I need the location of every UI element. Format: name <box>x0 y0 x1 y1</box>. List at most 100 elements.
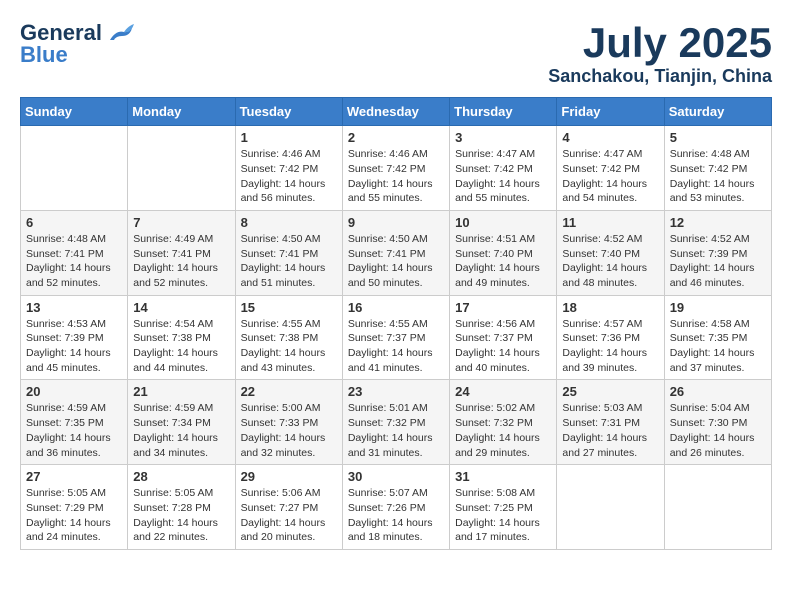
table-row: 24 Sunrise: 5:02 AM Sunset: 7:32 PM Dayli… <box>450 380 557 465</box>
table-row: 21 Sunrise: 4:59 AM Sunset: 7:34 PM Dayli… <box>128 380 235 465</box>
table-row: 9 Sunrise: 4:50 AM Sunset: 7:41 PM Daylig… <box>342 210 449 295</box>
day-info: Sunrise: 4:51 AM Sunset: 7:40 PM Dayligh… <box>455 232 551 291</box>
logo-blue: Blue <box>20 42 68 68</box>
day-info: Sunrise: 4:53 AM Sunset: 7:39 PM Dayligh… <box>26 317 122 376</box>
table-row: 25 Sunrise: 5:03 AM Sunset: 7:31 PM Dayli… <box>557 380 664 465</box>
calendar-header-row: Sunday Monday Tuesday Wednesday Thursday… <box>21 98 772 126</box>
day-info: Sunrise: 4:46 AM Sunset: 7:42 PM Dayligh… <box>348 147 444 206</box>
table-row <box>664 465 771 550</box>
day-number: 12 <box>670 215 766 230</box>
table-row: 3Sunrise: 4:47 AM Sunset: 7:42 PM Daylig… <box>450 126 557 211</box>
table-row: 8 Sunrise: 4:50 AM Sunset: 7:41 PM Daylig… <box>235 210 342 295</box>
table-row: 29Sunrise: 5:06 AM Sunset: 7:27 PM Dayli… <box>235 465 342 550</box>
calendar-week-row: 20Sunrise: 4:59 AM Sunset: 7:35 PM Dayli… <box>21 380 772 465</box>
table-row: 18Sunrise: 4:57 AM Sunset: 7:36 PM Dayli… <box>557 295 664 380</box>
day-number: 13 <box>26 300 122 315</box>
day-number: 6 <box>26 215 122 230</box>
day-number: 16 <box>348 300 444 315</box>
day-info: Sunrise: 5:05 AM Sunset: 7:28 PM Dayligh… <box>133 486 229 545</box>
day-info: Sunrise: 4:48 AM Sunset: 7:42 PM Dayligh… <box>670 147 766 206</box>
day-info: Sunrise: 5:07 AM Sunset: 7:26 PM Dayligh… <box>348 486 444 545</box>
table-row: 26 Sunrise: 5:04 AM Sunset: 7:30 PM Dayli… <box>664 380 771 465</box>
calendar-week-row: 1 Sunrise: 4:46 AM Sunset: 7:42 PM Daylig… <box>21 126 772 211</box>
table-row: 5 Sunrise: 4:48 AM Sunset: 7:42 PM Daylig… <box>664 126 771 211</box>
month-title: July 2025 <box>548 20 772 66</box>
table-row: 12 Sunrise: 4:52 AM Sunset: 7:39 PM Dayli… <box>664 210 771 295</box>
header-thursday: Thursday <box>450 98 557 126</box>
day-info: Sunrise: 4:52 AM Sunset: 7:40 PM Dayligh… <box>562 232 658 291</box>
day-info: Sunrise: 4:47 AM Sunset: 7:42 PM Dayligh… <box>562 147 658 206</box>
day-info: Sunrise: 4:56 AM Sunset: 7:37 PM Dayligh… <box>455 317 551 376</box>
calendar-week-row: 6 Sunrise: 4:48 AM Sunset: 7:41 PM Daylig… <box>21 210 772 295</box>
day-number: 11 <box>562 215 658 230</box>
day-info: Sunrise: 4:55 AM Sunset: 7:37 PM Dayligh… <box>348 317 444 376</box>
day-info: Sunrise: 4:50 AM Sunset: 7:41 PM Dayligh… <box>241 232 337 291</box>
table-row: 7Sunrise: 4:49 AM Sunset: 7:41 PM Daylig… <box>128 210 235 295</box>
day-number: 10 <box>455 215 551 230</box>
calendar-table: Sunday Monday Tuesday Wednesday Thursday… <box>20 97 772 550</box>
day-number: 17 <box>455 300 551 315</box>
table-row: 4Sunrise: 4:47 AM Sunset: 7:42 PM Daylig… <box>557 126 664 211</box>
table-row: 11 Sunrise: 4:52 AM Sunset: 7:40 PM Dayli… <box>557 210 664 295</box>
location-title: Sanchakou, Tianjin, China <box>548 66 772 87</box>
day-info: Sunrise: 4:52 AM Sunset: 7:39 PM Dayligh… <box>670 232 766 291</box>
table-row <box>557 465 664 550</box>
day-info: Sunrise: 5:03 AM Sunset: 7:31 PM Dayligh… <box>562 401 658 460</box>
table-row: 20Sunrise: 4:59 AM Sunset: 7:35 PM Dayli… <box>21 380 128 465</box>
table-row: 6 Sunrise: 4:48 AM Sunset: 7:41 PM Daylig… <box>21 210 128 295</box>
day-number: 18 <box>562 300 658 315</box>
day-info: Sunrise: 5:05 AM Sunset: 7:29 PM Dayligh… <box>26 486 122 545</box>
day-number: 1 <box>241 130 337 145</box>
day-info: Sunrise: 4:59 AM Sunset: 7:35 PM Dayligh… <box>26 401 122 460</box>
calendar-week-row: 13 Sunrise: 4:53 AM Sunset: 7:39 PM Dayli… <box>21 295 772 380</box>
header-monday: Monday <box>128 98 235 126</box>
header-friday: Friday <box>557 98 664 126</box>
day-info: Sunrise: 4:54 AM Sunset: 7:38 PM Dayligh… <box>133 317 229 376</box>
day-number: 24 <box>455 384 551 399</box>
day-info: Sunrise: 4:47 AM Sunset: 7:42 PM Dayligh… <box>455 147 551 206</box>
table-row: 17 Sunrise: 4:56 AM Sunset: 7:37 PM Dayli… <box>450 295 557 380</box>
table-row: 10 Sunrise: 4:51 AM Sunset: 7:40 PM Dayli… <box>450 210 557 295</box>
header-sunday: Sunday <box>21 98 128 126</box>
day-number: 27 <box>26 469 122 484</box>
title-area: July 2025 Sanchakou, Tianjin, China <box>548 20 772 87</box>
day-number: 9 <box>348 215 444 230</box>
day-number: 5 <box>670 130 766 145</box>
table-row: 23 Sunrise: 5:01 AM Sunset: 7:32 PM Dayli… <box>342 380 449 465</box>
table-row: 13 Sunrise: 4:53 AM Sunset: 7:39 PM Dayli… <box>21 295 128 380</box>
day-info: Sunrise: 5:01 AM Sunset: 7:32 PM Dayligh… <box>348 401 444 460</box>
day-info: Sunrise: 4:49 AM Sunset: 7:41 PM Dayligh… <box>133 232 229 291</box>
table-row: 14 Sunrise: 4:54 AM Sunset: 7:38 PM Dayli… <box>128 295 235 380</box>
day-number: 22 <box>241 384 337 399</box>
day-info: Sunrise: 4:48 AM Sunset: 7:41 PM Dayligh… <box>26 232 122 291</box>
day-number: 8 <box>241 215 337 230</box>
day-number: 14 <box>133 300 229 315</box>
table-row: 16 Sunrise: 4:55 AM Sunset: 7:37 PM Dayli… <box>342 295 449 380</box>
day-number: 25 <box>562 384 658 399</box>
day-info: Sunrise: 5:06 AM Sunset: 7:27 PM Dayligh… <box>241 486 337 545</box>
day-number: 15 <box>241 300 337 315</box>
day-number: 30 <box>348 469 444 484</box>
table-row: 19 Sunrise: 4:58 AM Sunset: 7:35 PM Dayli… <box>664 295 771 380</box>
day-info: Sunrise: 5:08 AM Sunset: 7:25 PM Dayligh… <box>455 486 551 545</box>
table-row: 2Sunrise: 4:46 AM Sunset: 7:42 PM Daylig… <box>342 126 449 211</box>
day-number: 19 <box>670 300 766 315</box>
day-info: Sunrise: 5:04 AM Sunset: 7:30 PM Dayligh… <box>670 401 766 460</box>
day-info: Sunrise: 4:58 AM Sunset: 7:35 PM Dayligh… <box>670 317 766 376</box>
day-info: Sunrise: 4:50 AM Sunset: 7:41 PM Dayligh… <box>348 232 444 291</box>
table-row <box>128 126 235 211</box>
day-info: Sunrise: 4:59 AM Sunset: 7:34 PM Dayligh… <box>133 401 229 460</box>
table-row: 22Sunrise: 5:00 AM Sunset: 7:33 PM Dayli… <box>235 380 342 465</box>
day-number: 26 <box>670 384 766 399</box>
day-number: 23 <box>348 384 444 399</box>
logo: General Blue <box>20 20 134 68</box>
table-row: 31Sunrise: 5:08 AM Sunset: 7:25 PM Dayli… <box>450 465 557 550</box>
day-number: 21 <box>133 384 229 399</box>
table-row: 28 Sunrise: 5:05 AM Sunset: 7:28 PM Dayli… <box>128 465 235 550</box>
page-header: General Blue July 2025 Sanchakou, Tianji… <box>20 20 772 87</box>
day-number: 28 <box>133 469 229 484</box>
day-info: Sunrise: 5:02 AM Sunset: 7:32 PM Dayligh… <box>455 401 551 460</box>
table-row: 1 Sunrise: 4:46 AM Sunset: 7:42 PM Daylig… <box>235 126 342 211</box>
day-info: Sunrise: 4:46 AM Sunset: 7:42 PM Dayligh… <box>241 147 337 206</box>
day-info: Sunrise: 4:55 AM Sunset: 7:38 PM Dayligh… <box>241 317 337 376</box>
